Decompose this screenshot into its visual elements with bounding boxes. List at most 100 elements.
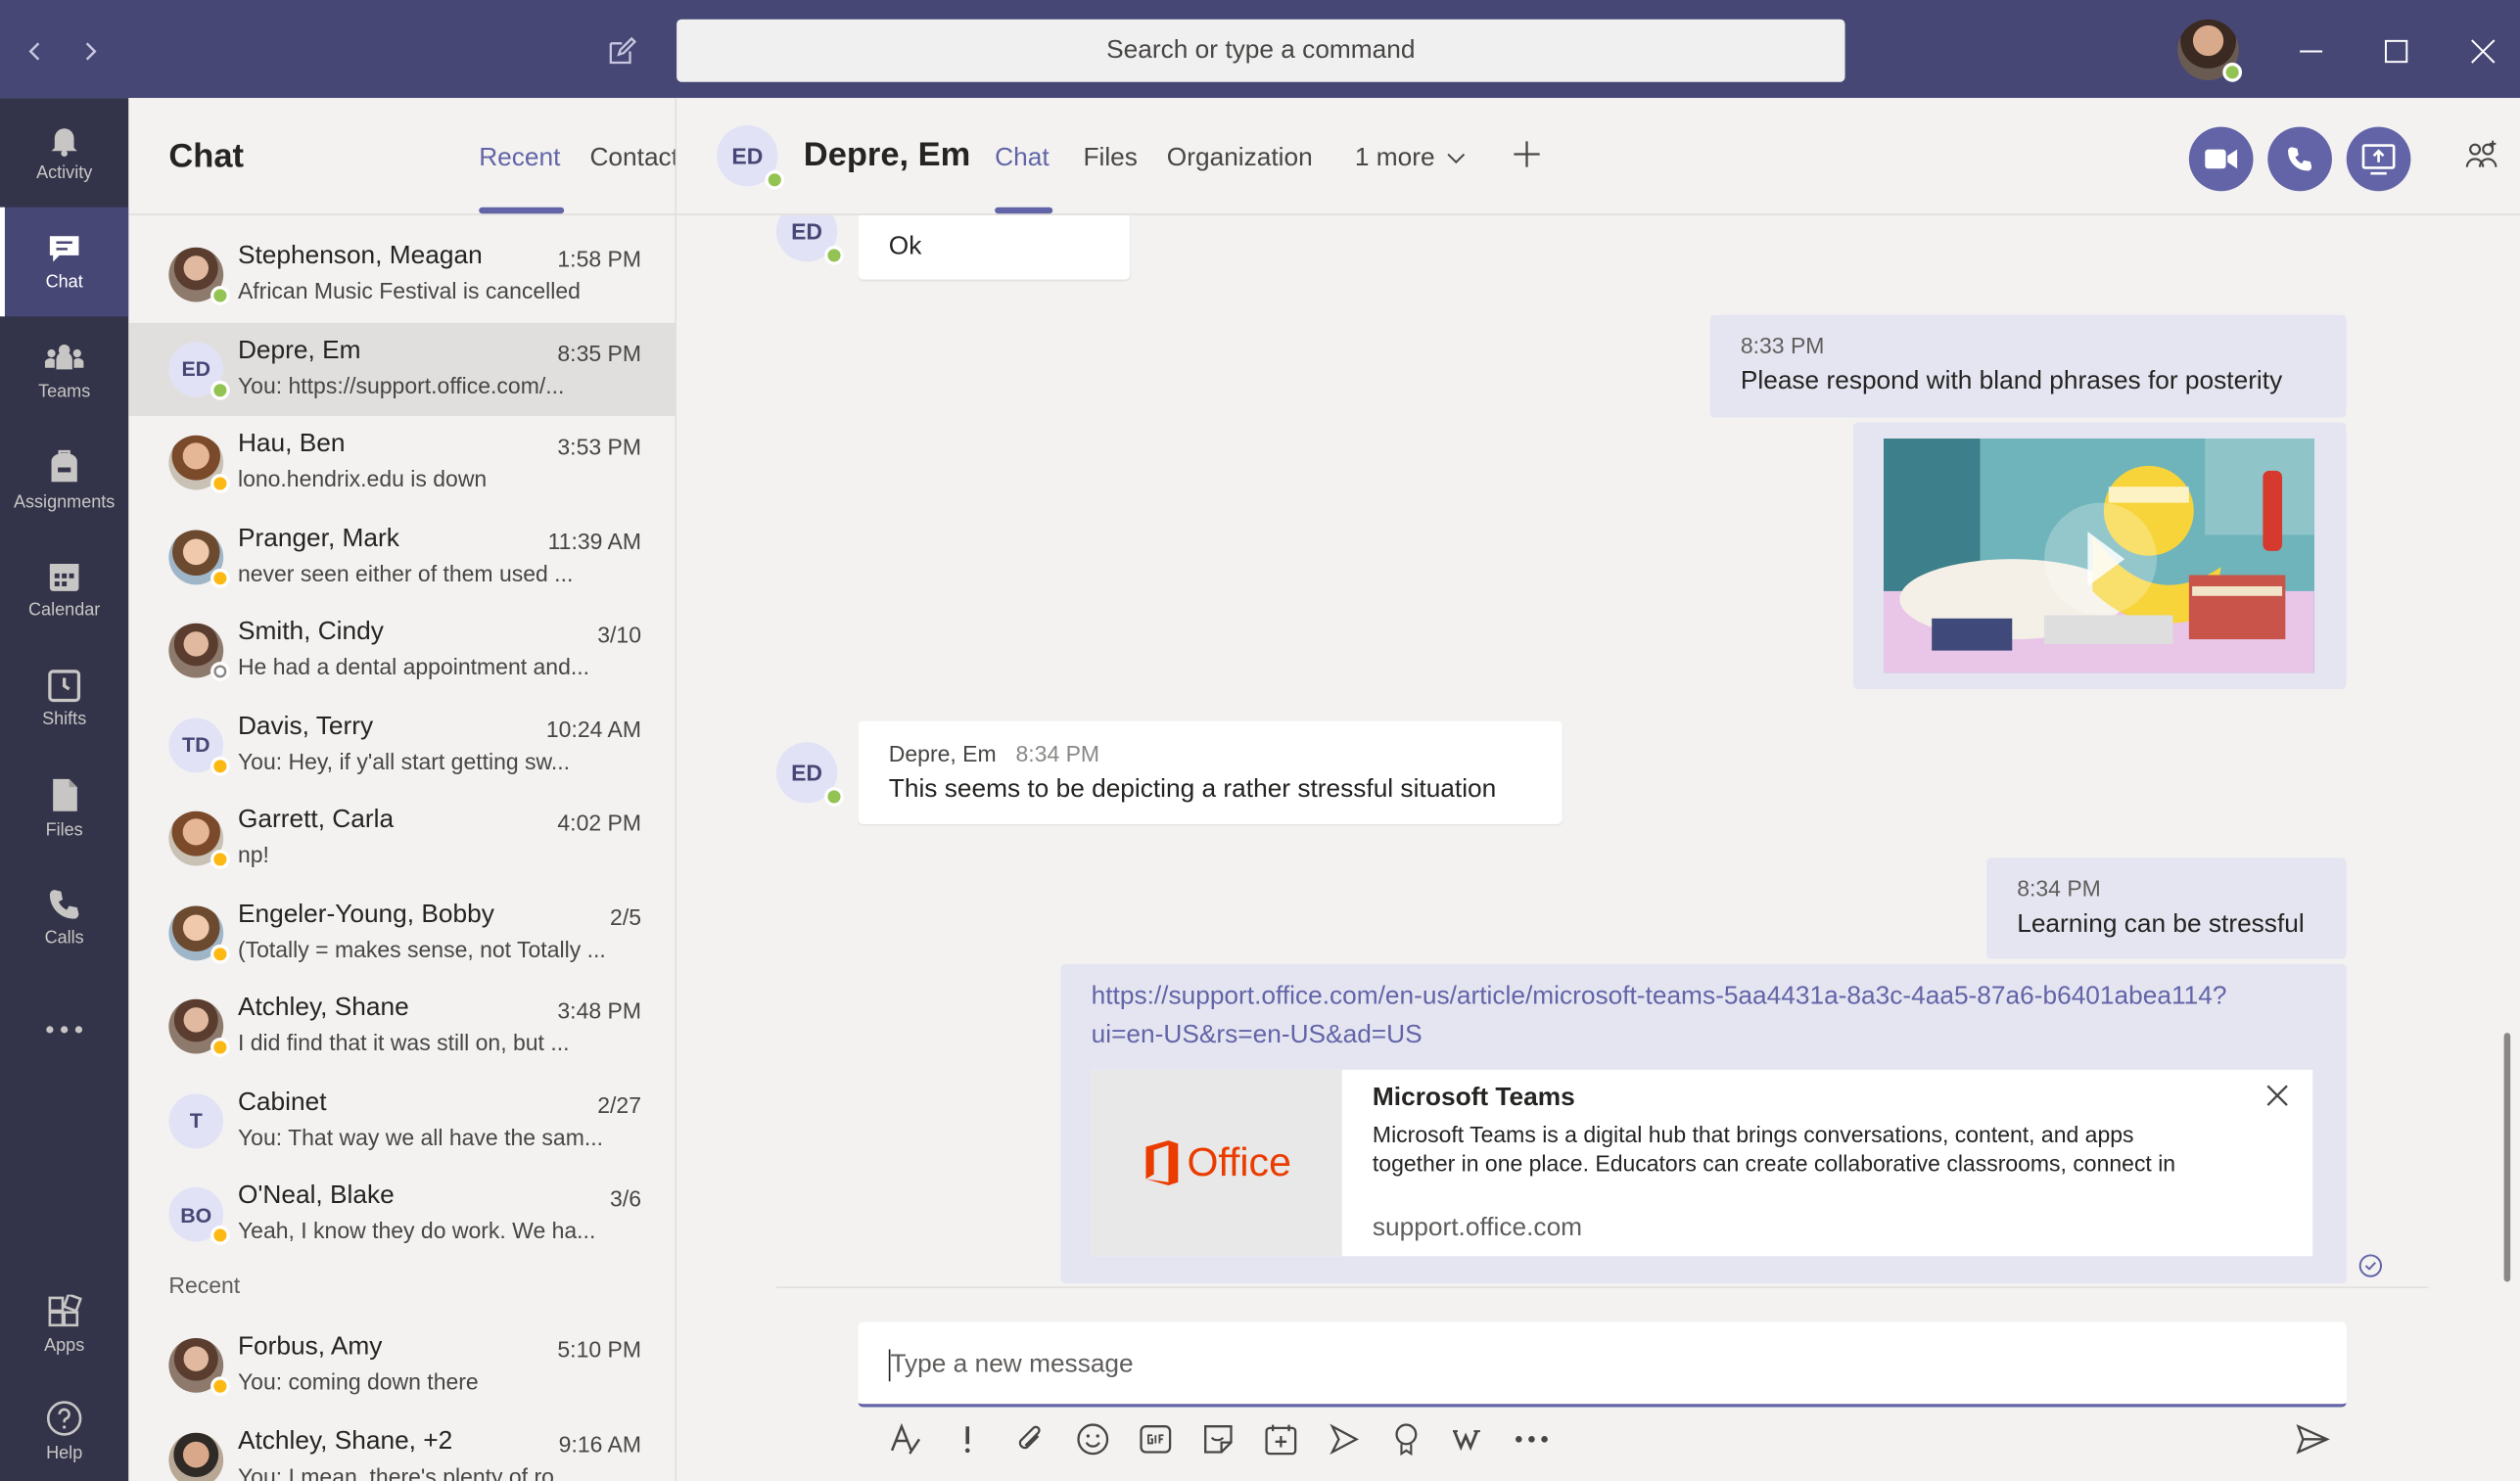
chat-list-item[interactable]: ED Depre, Em 8:35 PM You: https://support.o…	[128, 322, 676, 416]
add-tab-button[interactable]	[1511, 138, 1543, 170]
schedule-meeting-button[interactable]	[1260, 1418, 1302, 1460]
office-logo-icon	[1144, 1140, 1178, 1186]
rail-item-calls[interactable]: Calls	[0, 862, 128, 972]
rail-item-chat[interactable]: Chat	[0, 207, 129, 317]
chat-list-item[interactable]: Stephenson, Meagan 1:58 PM African Music F…	[128, 228, 675, 321]
message-text: Ok	[888, 232, 922, 260]
chat-item-time: 3/6	[610, 1185, 641, 1212]
presence-green-icon	[210, 286, 230, 305]
chevron-right-icon	[85, 42, 97, 61]
tab-contacts[interactable]: Contacts	[589, 145, 675, 174]
chat-list-item[interactable]: Forbus, Amy 5:10 PM You: coming down there	[128, 1319, 675, 1412]
format-button[interactable]	[884, 1418, 926, 1460]
chat-list-item[interactable]: Pranger, Mark 11:39 AM never seen either o…	[128, 510, 675, 603]
close-icon	[2471, 39, 2496, 64]
rail-item-shifts[interactable]: Shifts	[0, 644, 128, 754]
calendar-add-icon	[1265, 1424, 1297, 1456]
compose-icon	[609, 36, 637, 65]
chat-list-item[interactable]: Smith, Cindy 3/10 He had a dental appointm…	[128, 604, 675, 697]
contact-avatar[interactable]: ED	[717, 124, 785, 190]
message-link[interactable]: https://support.office.com/en-us/article…	[1092, 978, 2227, 1055]
presence-yellow-icon	[210, 1376, 230, 1397]
gif-image[interactable]	[1883, 438, 2314, 673]
assignments-icon	[51, 449, 77, 483]
forward-button[interactable]	[68, 29, 113, 74]
dismiss-preview-button[interactable]	[2266, 1085, 2289, 1107]
message-outgoing[interactable]: 8:33 PM Please respond with bland phrase…	[1709, 314, 2347, 418]
maximize-button[interactable]	[2374, 29, 2419, 74]
chat-list-title: Chat	[168, 138, 244, 175]
send-button[interactable]	[2292, 1418, 2334, 1460]
rail-more-button[interactable]	[0, 975, 128, 1085]
chat-item-name: Depre, Em	[237, 336, 361, 364]
rail-item-files[interactable]: Files	[0, 754, 128, 863]
new-chat-button[interactable]	[599, 29, 644, 74]
rail-item-assignments[interactable]: Assignments	[0, 426, 128, 535]
link-line-2: ui=en-US&rs=en-US&ad=US	[1091, 1021, 1423, 1049]
minimize-button[interactable]	[2289, 29, 2334, 74]
chat-item-name: Hau, Ben	[237, 430, 346, 458]
message-link-preview[interactable]: https://support.office.com/en-us/article…	[1060, 963, 2347, 1284]
message-composer[interactable]: Type a new message	[858, 1321, 2347, 1408]
close-icon	[2266, 1085, 2288, 1106]
recent-section-label: Recent	[168, 1272, 241, 1298]
tab-chat[interactable]: Chat	[995, 145, 1049, 174]
chat-item-time: 2/27	[597, 1091, 641, 1118]
active-tab-indicator	[479, 207, 565, 214]
message-incoming[interactable]: Depre, Em 8:34 PM This seems to be depic…	[858, 720, 1563, 824]
sticker-button[interactable]	[1197, 1418, 1239, 1460]
tab-more-label: 1 more	[1354, 144, 1435, 172]
tab-more[interactable]: 1 more	[1355, 145, 1467, 174]
wiki-button[interactable]	[1448, 1418, 1490, 1460]
back-button[interactable]	[13, 29, 58, 74]
chat-list-item[interactable]: Atchley, Shane, +2 9:16 AM You: I mean, th…	[128, 1412, 675, 1481]
chat-icon	[49, 236, 79, 262]
rail-item-help[interactable]: Help	[0, 1376, 128, 1481]
sender-avatar[interactable]: ED	[775, 742, 844, 807]
plus-icon	[1514, 141, 1540, 167]
chat-list-item[interactable]: BO O'Neal, Blake 3/6 Yeah, I know they do w…	[128, 1168, 675, 1261]
chat-list-item[interactable]: Engeler-Young, Bobby 2/5 (Totally = makes …	[128, 886, 675, 979]
active-tab-indicator	[995, 207, 1053, 214]
chat-list-item[interactable]: TD Davis, Terry 10:24 AM You: Hey, if y'all…	[128, 698, 675, 791]
chat-list-item[interactable]: Garrett, Carla 4:02 PM np!	[128, 792, 675, 885]
rail-item-calendar[interactable]: Calendar	[0, 534, 128, 644]
tab-organization[interactable]: Organization	[1167, 145, 1313, 174]
card-description: Microsoft Teams is a digital hub that br…	[1372, 1121, 2176, 1177]
tab-files[interactable]: Files	[1083, 145, 1137, 174]
scrollbar[interactable]	[2503, 1033, 2511, 1282]
important-button[interactable]	[947, 1418, 989, 1460]
attach-button[interactable]	[1009, 1418, 1051, 1460]
close-window-button[interactable]	[2460, 29, 2505, 74]
audio-call-button[interactable]	[2267, 126, 2332, 192]
rail-item-activity[interactable]: Activity	[0, 98, 128, 208]
video-call-button[interactable]	[2188, 126, 2254, 192]
stream-button[interactable]	[1323, 1418, 1365, 1460]
gif-button[interactable]	[1135, 1418, 1177, 1460]
rail-item-teams[interactable]: Teams	[0, 316, 128, 426]
chat-list-item[interactable]: Hau, Ben 3:53 PM lono.hendrix.edu is down	[128, 416, 675, 509]
profile-avatar[interactable]	[2177, 19, 2243, 82]
tab-recent[interactable]: Recent	[479, 145, 560, 174]
praise-button[interactable]	[1385, 1418, 1427, 1460]
link-preview-card[interactable]: Office Microsoft Teams Microsoft Teams i…	[1091, 1069, 2313, 1257]
emoji-button[interactable]	[1072, 1418, 1114, 1460]
avatar	[168, 810, 230, 869]
chat-item-time: 2/5	[610, 903, 641, 930]
avatar: ED	[168, 341, 230, 399]
office-logo-text: Office	[1187, 1139, 1291, 1185]
search-input[interactable]: Search or type a command	[677, 19, 1845, 82]
calendar-icon	[49, 563, 79, 591]
chat-list-item[interactable]: T Cabinet 2/27 You: That way we all have th…	[128, 1074, 675, 1167]
message-time: 8:34 PM	[1015, 740, 1100, 766]
more-options-button[interactable]	[1511, 1418, 1553, 1460]
seen-check-icon	[2358, 1254, 2383, 1277]
add-people-button[interactable]	[2464, 140, 2499, 172]
chat-item-name: Smith, Cindy	[237, 618, 384, 646]
message-outgoing[interactable]: 8:34 PM Learning can be stressful	[1986, 857, 2347, 959]
rail-item-apps[interactable]: Apps	[0, 1271, 128, 1380]
chat-list-item[interactable]: Atchley, Shane 3:48 PM I did find that it …	[128, 980, 675, 1073]
message-gif[interactable]	[1852, 422, 2347, 689]
rail-label: Activity	[36, 163, 93, 184]
share-screen-button[interactable]	[2346, 126, 2411, 192]
